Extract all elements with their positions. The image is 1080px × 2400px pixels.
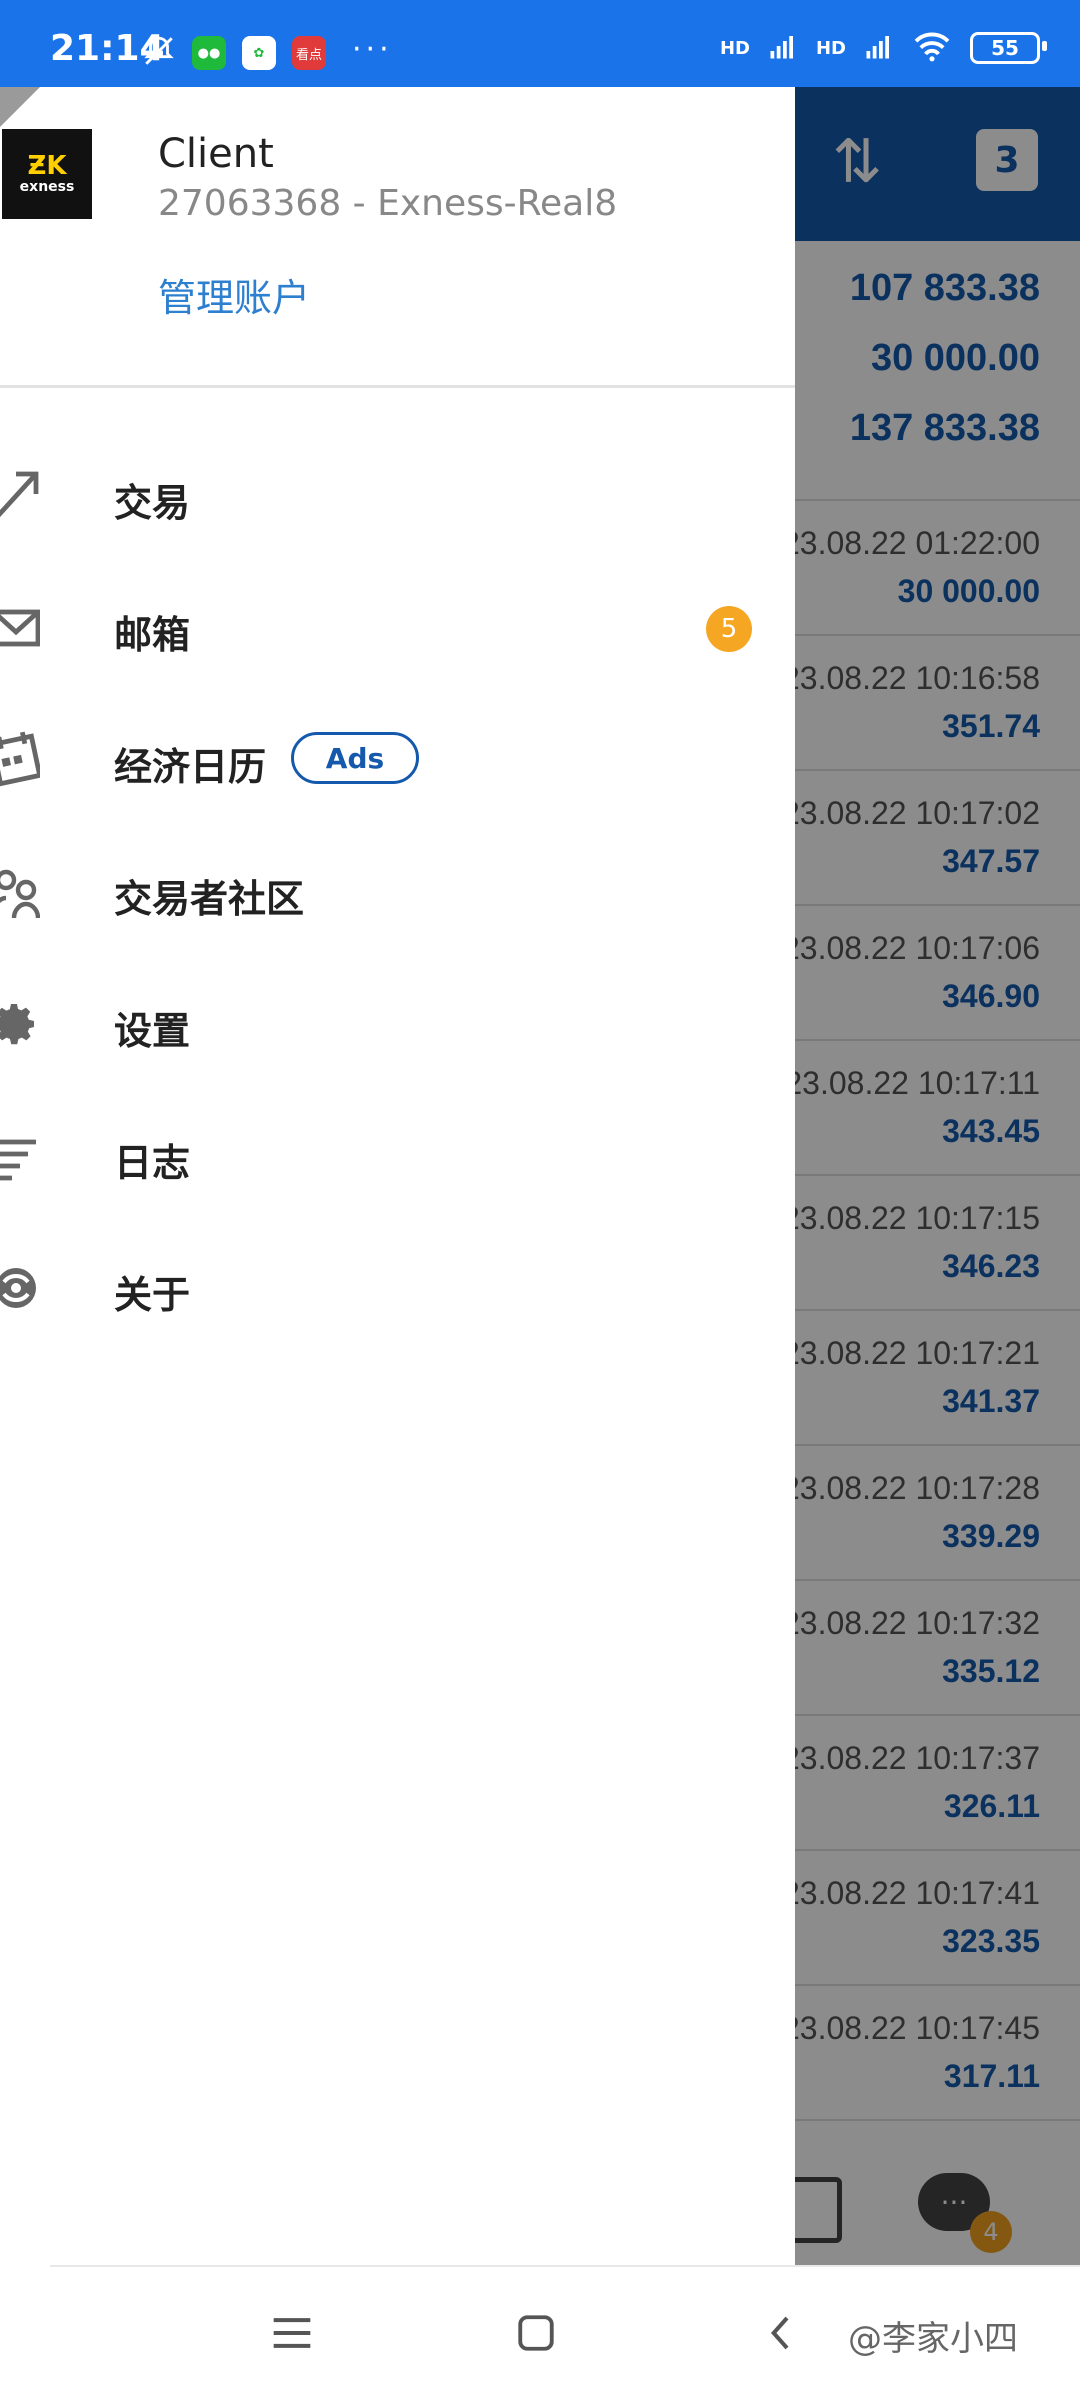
bell-off-icon: [142, 34, 176, 72]
menu-item-label: 邮箱: [114, 613, 191, 657]
broker-logo-mark-icon: ƵK: [27, 151, 67, 181]
menu-item-journal[interactable]: 日志: [0, 1090, 795, 1222]
menu-item-economic-calendar[interactable]: 经济日历 Ads: [0, 694, 795, 826]
menu-item-settings[interactable]: 设置: [0, 958, 795, 1090]
home-button[interactable]: [506, 2303, 566, 2363]
drawer-divider: [0, 385, 795, 388]
wechat-icon: ●●: [192, 36, 226, 70]
broker-logo-text: exness: [19, 179, 75, 195]
trade-arrow-icon: [0, 466, 40, 526]
about-icon: [0, 1258, 40, 1318]
back-button[interactable]: [752, 2303, 812, 2363]
wifi-icon: [912, 30, 952, 66]
account-name[interactable]: Client: [158, 131, 274, 177]
menu-item-about[interactable]: 关于: [0, 1222, 795, 1354]
gear-icon: [0, 994, 40, 1054]
status-right-icons: HD HD 55: [719, 30, 1047, 66]
signal-icon: [864, 31, 894, 65]
menu-item-mailbox[interactable]: 邮箱 5: [0, 562, 795, 694]
drawer-menu: 交易 邮箱 5 经济日历 Ads 交易者社区 设置 日志 关于: [0, 430, 795, 1354]
recent-apps-button[interactable]: [262, 2303, 322, 2363]
manage-accounts-link[interactable]: 管理账户: [158, 267, 310, 322]
chevron-left-icon: [770, 2316, 789, 2350]
menu-item-label: 设置: [114, 1009, 191, 1053]
menu-item-trade[interactable]: 交易: [0, 430, 795, 562]
menu-item-traders-community[interactable]: 交易者社区: [0, 826, 795, 958]
ads-tag: Ads: [291, 732, 419, 784]
menu-lines-icon: [273, 2318, 311, 2348]
status-bar: 21:14 ●● ✿ 看点 ··· HD HD 55: [0, 0, 1080, 87]
red-app-icon: 看点: [292, 36, 326, 70]
economic-calendar-icon: [0, 730, 40, 790]
mail-unread-badge: 5: [706, 606, 752, 652]
signal-hd-label-2: HD: [815, 37, 846, 59]
journal-list-icon: [0, 1126, 40, 1186]
corner-tab: [0, 87, 40, 127]
status-more-icon: ···: [352, 32, 393, 67]
signal-hd-label-1: HD: [719, 37, 750, 59]
menu-item-label: 交易: [114, 481, 191, 525]
broker-logo: ƵK exness: [2, 129, 92, 219]
navigation-drawer: ƵK exness Client 27063368 - Exness-Real8…: [0, 87, 795, 2265]
community-icon: [0, 862, 40, 922]
cloud-app-icon: ✿: [242, 36, 276, 70]
system-nav-bar: @李家小四: [0, 2265, 1080, 2400]
square-icon: [518, 2315, 554, 2351]
nav-bar-divider: [50, 2265, 1080, 2267]
account-id: 27063368 - Exness-Real8: [158, 183, 618, 224]
battery-icon: 55: [970, 32, 1047, 64]
mail-icon: [0, 598, 40, 658]
signal-icon: [768, 31, 798, 65]
menu-item-label: 经济日历: [114, 745, 267, 789]
menu-item-label: 关于: [114, 1273, 191, 1317]
status-app-icons: ●● ✿ 看点: [142, 34, 326, 72]
menu-item-label: 日志: [114, 1141, 191, 1185]
watermark: @李家小四: [848, 2319, 1018, 2359]
menu-item-label: 交易者社区: [114, 877, 305, 921]
